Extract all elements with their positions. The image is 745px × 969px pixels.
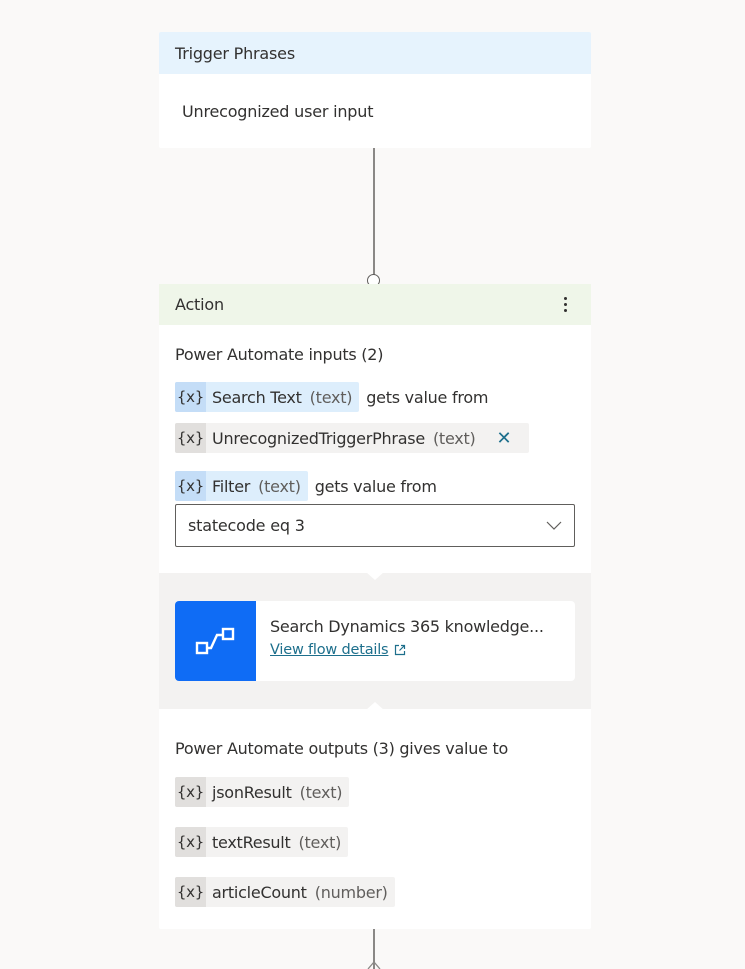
- view-flow-details-link[interactable]: View flow details: [270, 642, 544, 658]
- output-row: {x} jsonResult (text): [175, 777, 350, 807]
- variable-type: (number): [314, 882, 388, 902]
- action-header-title: Action: [175, 295, 224, 314]
- output-row: {x} textResult (text): [175, 827, 349, 857]
- trigger-body: Unrecognized user input: [159, 74, 591, 148]
- authoring-canvas: Trigger Phrases Unrecognized user input …: [0, 0, 745, 969]
- variable-name: UnrecognizedTriggerPhrase: [212, 428, 425, 448]
- trigger-phrase: Unrecognized user input: [182, 101, 374, 121]
- output-variable-chip[interactable]: {x} jsonResult (text): [175, 777, 350, 807]
- variable-type: (text): [432, 428, 476, 448]
- outputs-title: Power Automate outputs (3) gives value t…: [175, 739, 509, 758]
- close-icon[interactable]: ✕: [483, 428, 530, 449]
- variable-icon: {x}: [175, 423, 206, 453]
- variable-type: (text): [298, 832, 342, 852]
- input-variable-chip[interactable]: {x} Filter (text): [175, 471, 308, 501]
- flow-section: Search Dynamics 365 knowledge... View fl…: [159, 572, 591, 710]
- filter-value-dropdown[interactable]: statecode eq 3: [175, 504, 575, 547]
- output-variable-chip[interactable]: {x} articleCount (number): [175, 877, 395, 907]
- notch: [366, 572, 384, 580]
- power-automate-flow-icon: [175, 601, 256, 681]
- variable-name: jsonResult: [212, 782, 292, 802]
- value-variable-chip[interactable]: {x} UnrecognizedTriggerPhrase (text) ✕: [175, 423, 530, 453]
- more-vertical-icon: [563, 297, 567, 300]
- variable-icon: {x}: [175, 777, 206, 807]
- variable-type: (text): [309, 387, 353, 407]
- variable-icon: {x}: [175, 471, 206, 501]
- inputs-title: Power Automate inputs (2): [175, 345, 384, 364]
- dropdown-value: statecode eq 3: [188, 516, 305, 535]
- variable-name: Filter: [212, 476, 251, 496]
- input-value-row: {x} UnrecognizedTriggerPhrase (text) ✕: [175, 423, 530, 453]
- notch: [366, 702, 384, 710]
- action-header: Action: [159, 284, 591, 325]
- more-options-button[interactable]: [555, 293, 575, 317]
- output-variable-chip[interactable]: {x} textResult (text): [175, 827, 349, 857]
- variable-name: Search Text: [212, 387, 302, 407]
- variable-icon: {x}: [175, 827, 206, 857]
- external-link-icon: [395, 644, 406, 656]
- output-row: {x} articleCount (number): [175, 877, 395, 907]
- connector-line: [373, 148, 375, 275]
- flow-card[interactable]: Search Dynamics 365 knowledge... View fl…: [175, 601, 575, 681]
- input-row-search-text: {x} Search Text (text) gets value from: [175, 382, 488, 412]
- flow-link-label: View flow details: [270, 642, 389, 658]
- variable-name: articleCount: [212, 882, 307, 902]
- variable-type: (text): [258, 476, 301, 496]
- flow-title: Search Dynamics 365 knowledge...: [270, 617, 544, 636]
- variable-icon: {x}: [175, 382, 206, 412]
- chevron-down-icon: [546, 521, 562, 530]
- connector-text: gets value from: [314, 476, 437, 496]
- trigger-phrases-node[interactable]: Trigger Phrases Unrecognized user input: [159, 32, 591, 148]
- input-row-filter: {x} Filter (text) gets value from: [175, 471, 437, 501]
- variable-type: (text): [299, 782, 343, 802]
- trigger-header-title: Trigger Phrases: [175, 43, 295, 63]
- connector-text: gets value from: [366, 387, 489, 407]
- connector-arrow-icon: [367, 961, 381, 969]
- variable-icon: {x}: [175, 877, 206, 907]
- variable-name: textResult: [212, 832, 291, 852]
- action-node[interactable]: Action Power Automate inputs (2) {x} Sea…: [159, 284, 591, 929]
- trigger-header: Trigger Phrases: [159, 32, 591, 74]
- input-variable-chip[interactable]: {x} Search Text (text): [175, 382, 360, 412]
